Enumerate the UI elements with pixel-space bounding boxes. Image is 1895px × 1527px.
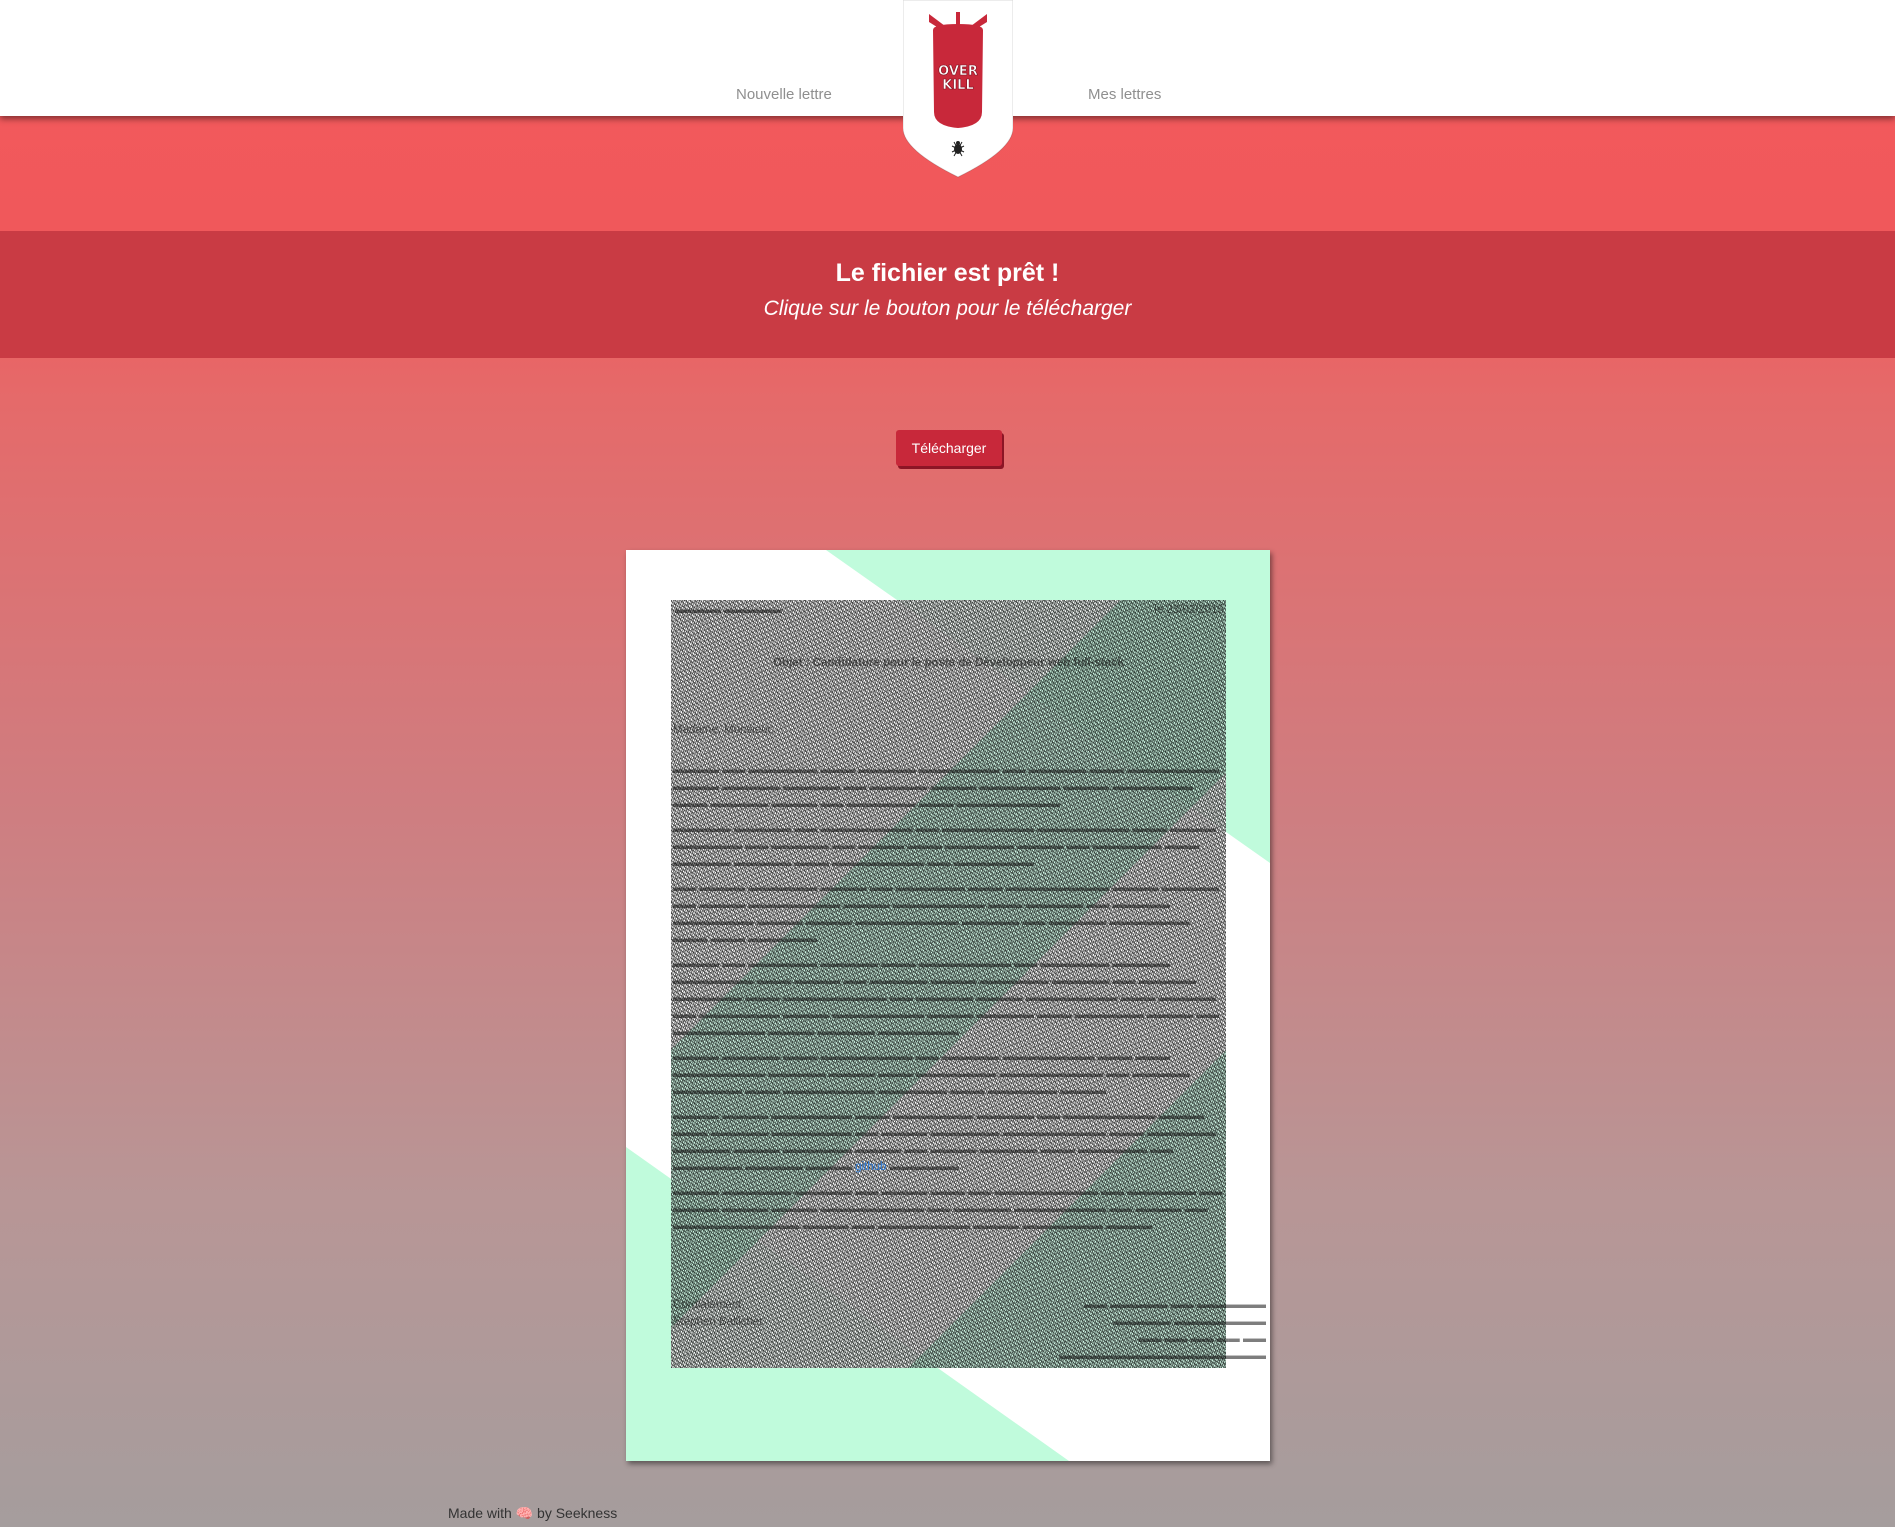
- svg-text:OVER: OVER: [938, 64, 978, 79]
- banner-subtitle: Clique sur le bouton pour le télécharger: [763, 297, 1132, 320]
- letter-preview: ▬▬▬▬ ▬▬▬▬▬ le 23/02/2015 Objet : Candida…: [626, 550, 1270, 1461]
- github-link[interactable]: github: [855, 1161, 886, 1173]
- footer-author: by Seekness: [537, 1505, 618, 1521]
- download-button[interactable]: Télécharger: [896, 430, 1002, 466]
- letter-closing: Cordialement, Stéphen Ballicher: [673, 1299, 764, 1328]
- letter-date: le 23/02/2015: [1154, 604, 1224, 616]
- letter-object: Objet : Candidature pour le poste de Dév…: [773, 657, 1124, 669]
- letter-body: ▬▬▬▬ ▬▬ ▬▬▬▬▬▬ ▬▬▬ ▬▬▬▬▬ ▬▬▬▬▬▬▬ ▬▬ ▬▬▬▬…: [673, 764, 1223, 1232]
- brain-icon: 🧠: [515, 1505, 534, 1521]
- footer-credit: Made with 🧠 by Seekness: [448, 1505, 618, 1521]
- nav-my-letters[interactable]: Mes lettres: [1088, 86, 1161, 103]
- letter-sender: ▬▬▬▬ ▬▬▬▬▬: [675, 604, 782, 616]
- nav-new-letter[interactable]: Nouvelle lettre: [736, 86, 832, 103]
- letter-content: ▬▬▬▬ ▬▬▬▬▬ le 23/02/2015 Objet : Candida…: [671, 600, 1266, 1400]
- overkill-logo[interactable]: OVER KILL: [902, 0, 1014, 178]
- ready-banner: Le fichier est prêt ! Clique sur le bout…: [0, 231, 1895, 358]
- bomb-logo-icon: OVER KILL: [902, 0, 1014, 178]
- letter-address: ▬▬ ▬▬▬▬▬ ▬▬ ▬▬▬▬▬▬ ▬▬▬▬▬ ▬▬▬▬▬▬▬▬ ▬▬ ▬▬ …: [1059, 1299, 1266, 1362]
- svg-text:KILL: KILL: [942, 78, 973, 93]
- letter-salutation: Madame, Monsieur,: [673, 724, 774, 736]
- banner-title: Le fichier est prêt !: [835, 259, 1060, 287]
